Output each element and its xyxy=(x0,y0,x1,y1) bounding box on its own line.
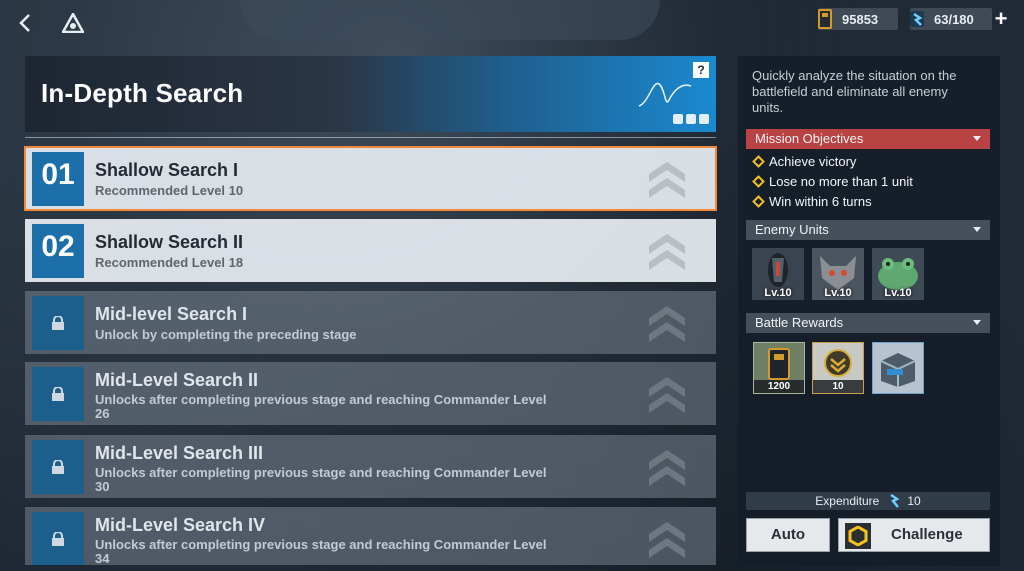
section-title: Mission Objectives xyxy=(755,131,864,146)
enemy-unit-beast[interactable]: Lv.10 xyxy=(812,248,864,300)
stage-number-badge xyxy=(32,440,84,494)
stage-desc: Unlock by completing the preceding stage xyxy=(95,327,357,342)
chevron-rank-icon xyxy=(649,306,685,342)
chevron-rank-icon xyxy=(649,522,685,558)
enemy-unit-armored-pod[interactable]: Lv.10 xyxy=(752,248,804,300)
page-header: In-Depth Search ? xyxy=(25,56,716,132)
header-divider xyxy=(25,137,716,138)
stage-item-shallow-search-2[interactable]: 02 Shallow Search II Recommended Level 1… xyxy=(25,219,716,282)
stage-desc: Unlocks after completing previous stage … xyxy=(95,392,547,421)
stage-number-badge xyxy=(32,367,84,421)
objective-item: Win within 6 turns xyxy=(752,194,872,209)
supply-value: 95853 xyxy=(842,11,879,27)
challenge-hex-icon xyxy=(845,523,871,549)
stage-name: Shallow Search II xyxy=(95,232,244,252)
enemy-level: Lv.10 xyxy=(884,287,912,299)
header-mini-icon xyxy=(699,114,709,124)
help-button[interactable]: ? xyxy=(693,62,709,78)
enemy-unit-frog-creature[interactable]: Lv.10 xyxy=(872,248,924,300)
objective-item: Achieve victory xyxy=(752,154,857,169)
header-mini-icon xyxy=(673,114,683,124)
header-mini-icon xyxy=(686,114,696,124)
stage-number: 01 xyxy=(41,158,75,191)
supply-crate-icon xyxy=(873,343,923,393)
chevron-rank-icon xyxy=(649,377,685,413)
enemy-level: Lv.10 xyxy=(824,287,852,299)
lock-icon xyxy=(52,460,64,474)
section-title: Enemy Units xyxy=(755,222,829,237)
reward-count: 10 xyxy=(813,380,863,393)
expenditure-label: Expenditure xyxy=(815,494,880,508)
add-energy-button[interactable]: + xyxy=(990,8,1012,30)
objective-diamond-icon xyxy=(752,175,765,188)
challenge-button[interactable]: Challenge xyxy=(838,518,990,552)
reward-rank-medal[interactable]: 10 xyxy=(812,342,864,394)
reward-supply-card[interactable]: 1200 xyxy=(753,342,805,394)
mission-objectives-header[interactable]: Mission Objectives xyxy=(746,129,990,149)
expenditure-value: 10 xyxy=(907,494,921,508)
home-button[interactable] xyxy=(60,10,86,36)
stage-item-mid-level-search-3[interactable]: Mid-Level Search III Unlocks after compl… xyxy=(25,435,716,498)
stage-number: 02 xyxy=(41,230,75,263)
expenditure-bar: Expenditure 10 xyxy=(746,492,990,510)
stage-name: Mid-Level Search IV xyxy=(95,515,266,535)
stage-name: Mid-level Search I xyxy=(95,304,248,324)
background-decoration xyxy=(240,0,660,40)
supply-card-icon xyxy=(814,8,836,30)
objective-diamond-icon xyxy=(752,155,765,168)
reward-supply-crate[interactable] xyxy=(872,342,924,394)
chevron-rank-icon xyxy=(649,450,685,486)
page-title: In-Depth Search xyxy=(41,78,244,108)
dropdown-arrow-icon xyxy=(973,136,981,141)
lock-icon xyxy=(52,532,64,546)
section-title: Battle Rewards xyxy=(755,315,844,330)
currency-supply[interactable]: 95853 xyxy=(818,8,898,30)
chevron-rank-icon xyxy=(649,162,685,198)
stage-desc: Recommended Level 18 xyxy=(95,255,244,270)
enemy-level: Lv.10 xyxy=(764,287,792,299)
mission-intro: Quickly analyze the situation on the bat… xyxy=(752,68,957,115)
chevron-rank-icon xyxy=(649,234,685,270)
objective-text: Win within 6 turns xyxy=(769,194,872,209)
objective-text: Lose no more than 1 unit xyxy=(769,174,913,189)
header-signature-graphic xyxy=(638,82,692,107)
stage-name: Mid-Level Search III xyxy=(95,443,264,463)
objective-item: Lose no more than 1 unit xyxy=(752,174,913,189)
stage-desc: Recommended Level 10 xyxy=(95,183,244,198)
stage-number-badge: 02 xyxy=(32,224,84,278)
stage-item-mid-level-search-1[interactable]: Mid-level Search I Unlock by completing … xyxy=(25,291,716,354)
stage-name: Shallow Search I xyxy=(95,160,239,180)
chevron-left-icon xyxy=(19,14,30,32)
lock-icon xyxy=(52,387,64,401)
objective-diamond-icon xyxy=(752,195,765,208)
stage-desc: Unlocks after completing previous stage … xyxy=(95,537,547,566)
auto-button[interactable]: Auto xyxy=(746,518,830,552)
battle-rewards-header[interactable]: Battle Rewards xyxy=(746,313,990,333)
energy-crystal-icon xyxy=(890,494,900,508)
stage-number-badge xyxy=(32,512,84,565)
lock-icon xyxy=(52,316,64,330)
mission-detail-panel: Quickly analyze the situation on the bat… xyxy=(738,56,1000,566)
back-button[interactable] xyxy=(14,10,36,36)
energy-value: 63/180 xyxy=(934,11,974,27)
stage-item-mid-level-search-2[interactable]: Mid-Level Search II Unlocks after comple… xyxy=(25,362,716,425)
challenge-label: Challenge xyxy=(891,526,963,543)
stage-number-badge xyxy=(32,296,84,350)
enemy-units-header[interactable]: Enemy Units xyxy=(746,220,990,240)
stage-desc: Unlocks after completing previous stage … xyxy=(95,465,547,494)
stage-name: Mid-Level Search II xyxy=(95,370,259,390)
stage-number-badge: 01 xyxy=(32,152,84,206)
stage-item-shallow-search-1[interactable]: 01 Shallow Search I Recommended Level 10 xyxy=(24,146,717,211)
currency-energy[interactable]: 63/180 xyxy=(910,8,992,30)
objective-text: Achieve victory xyxy=(769,154,857,169)
base-triangle-icon xyxy=(62,13,84,33)
dropdown-arrow-icon xyxy=(973,227,981,232)
dropdown-arrow-icon xyxy=(973,320,981,325)
stage-item-mid-level-search-4[interactable]: Mid-Level Search IV Unlocks after comple… xyxy=(25,507,716,565)
energy-crystal-icon xyxy=(906,8,928,30)
reward-count: 1200 xyxy=(754,380,804,393)
